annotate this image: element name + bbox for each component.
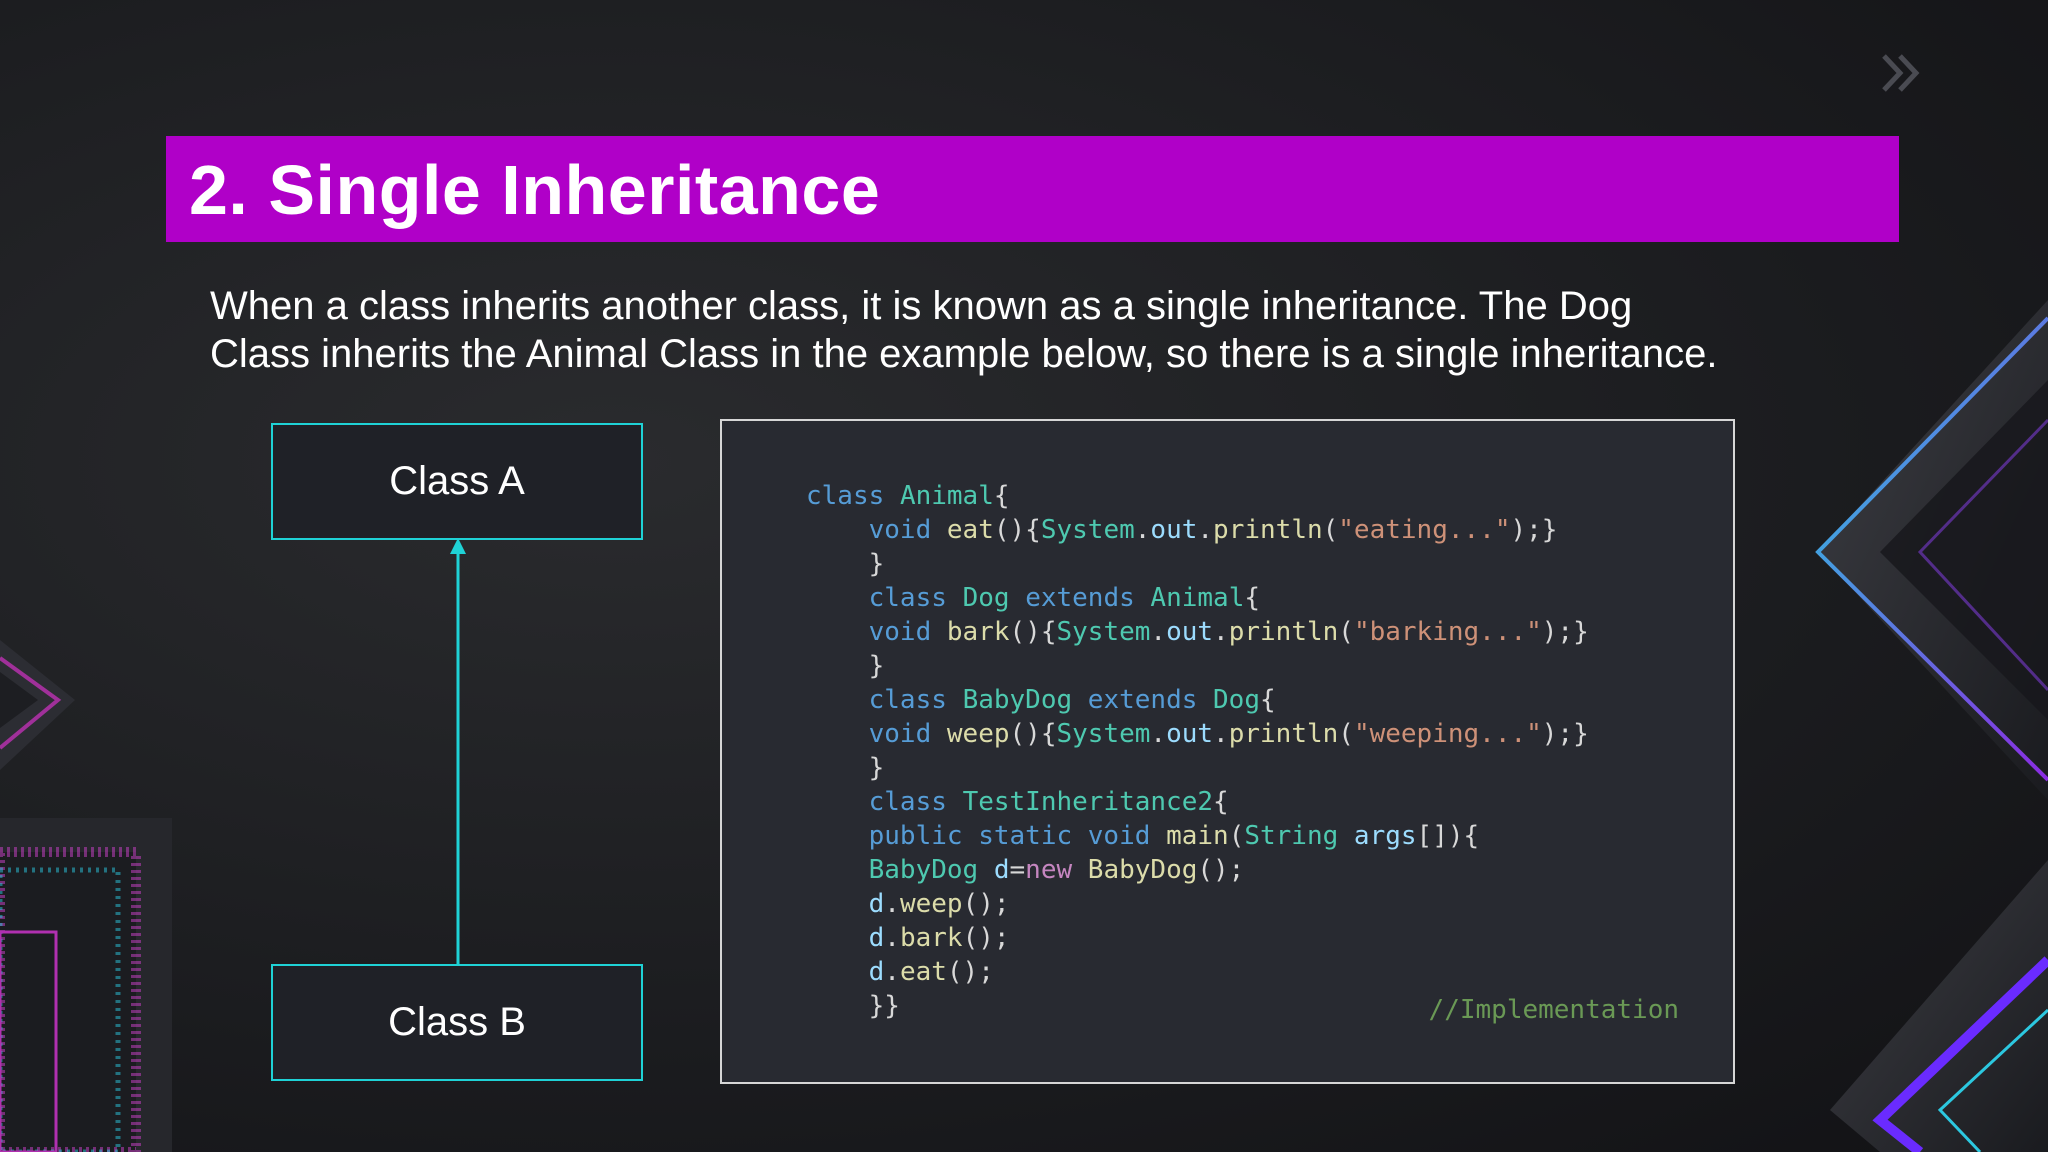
class-b-label: Class B [388, 1000, 526, 1044]
code-comment: //Implementation [1428, 995, 1679, 1025]
class-a-box: Class A [271, 423, 643, 540]
inheritance-arrow [450, 538, 466, 964]
double-chevron-right-icon [1880, 52, 1928, 99]
slide-title: 2. Single Inheritance [189, 151, 881, 229]
code-panel: class Animal{ void eat(){System.out.prin… [720, 419, 1735, 1084]
description-line: When a class inherits another class, it … [210, 284, 1633, 328]
description-line: Class inherits the Animal Class in the e… [210, 332, 1718, 376]
code-listing: class Animal{ void eat(){System.out.prin… [806, 481, 1589, 1021]
title-banner: 2. Single Inheritance [166, 136, 1899, 242]
class-b-box: Class B [271, 964, 643, 1081]
description-text: When a class inherits another class, it … [210, 282, 1790, 378]
class-a-label: Class A [389, 459, 525, 503]
